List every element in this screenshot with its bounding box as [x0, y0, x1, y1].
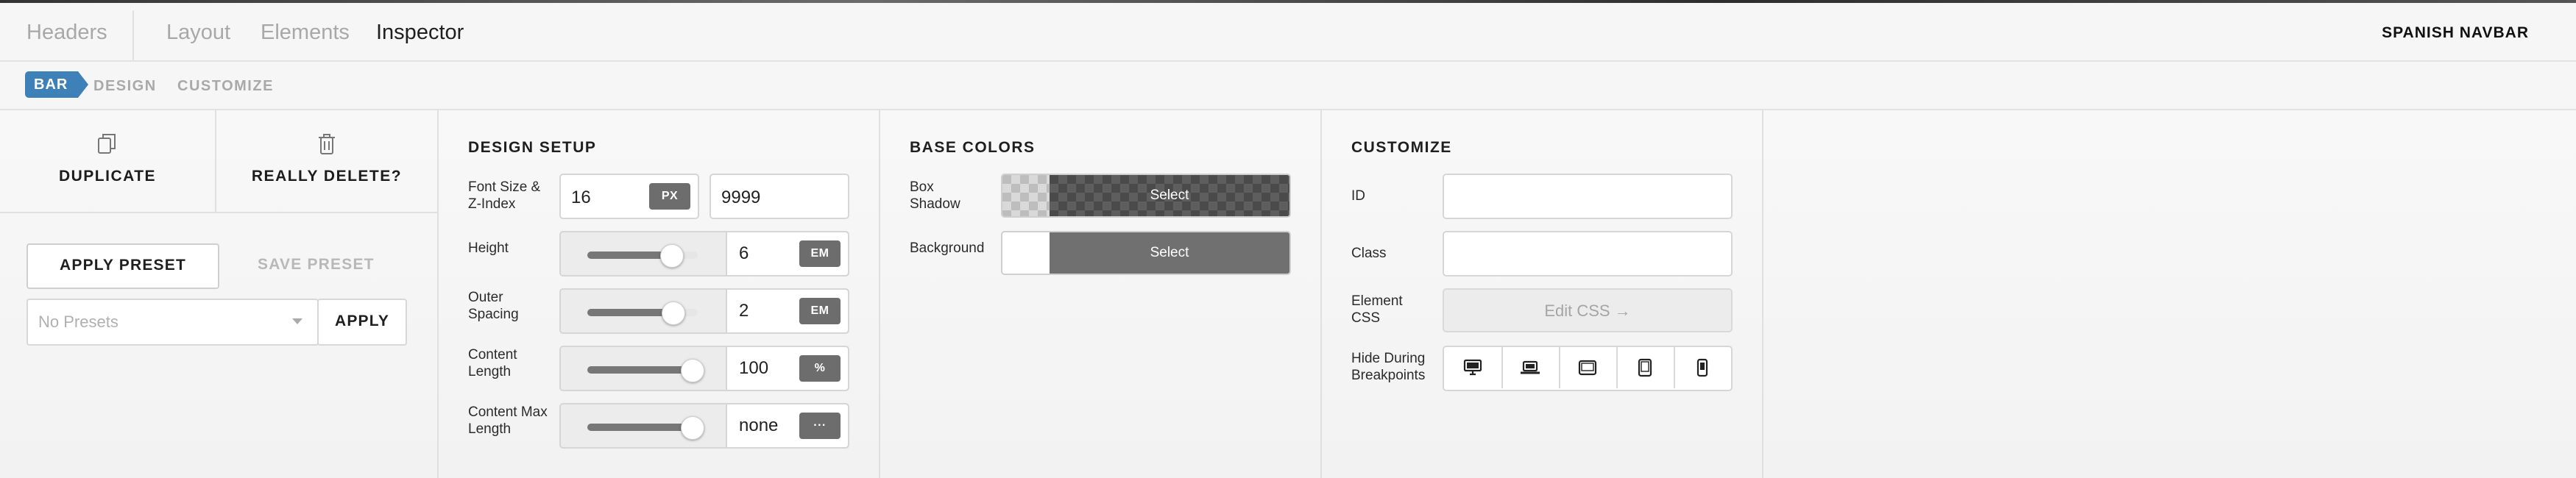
- height-control: 6 EM: [559, 231, 849, 277]
- content-length-control: 100 %: [559, 346, 849, 391]
- delete-label: REALLY DELETE?: [251, 168, 403, 185]
- breakpoint-phone-toggle[interactable]: [1674, 347, 1731, 388]
- subtab-customize[interactable]: CUSTOMIZE: [177, 78, 274, 95]
- height-unit-button[interactable]: EM: [799, 240, 841, 267]
- content-max-length-options-button[interactable]: ···: [799, 413, 841, 439]
- duplicate-icon: [97, 132, 118, 160]
- height-slider[interactable]: [587, 244, 698, 268]
- content-length-input[interactable]: 100 %: [726, 347, 848, 390]
- slider-knob[interactable]: [662, 302, 685, 325]
- content-length-label: Content Length: [468, 347, 517, 379]
- content-max-length-control: none ···: [559, 403, 849, 449]
- breakpoints-toggle-group: [1443, 346, 1733, 391]
- outer-spacing-label: Outer Spacing: [468, 290, 519, 322]
- font-size-label: Font Size & Z-Index: [468, 179, 541, 212]
- chevron-down-icon: [292, 318, 302, 324]
- font-size-value: 16: [571, 188, 591, 207]
- tab-layout[interactable]: Layout: [166, 21, 230, 45]
- class-input[interactable]: [1443, 231, 1733, 277]
- tab-headers[interactable]: Headers: [26, 21, 107, 45]
- preset-select-placeholder: No Presets: [38, 313, 118, 331]
- element-css-label: Element CSS: [1351, 293, 1403, 326]
- empty-canvas-area: [1763, 109, 2576, 478]
- id-label: ID: [1351, 188, 1365, 204]
- background-swatch: [1002, 232, 1050, 274]
- height-label: Height: [468, 240, 509, 256]
- slider-knob[interactable]: [681, 416, 704, 440]
- apply-button[interactable]: APPLY: [317, 299, 407, 346]
- height-input[interactable]: 6 EM: [726, 232, 848, 275]
- outer-spacing-unit-button[interactable]: EM: [799, 298, 841, 324]
- z-index-input[interactable]: 9999: [710, 174, 849, 219]
- apply-preset-button[interactable]: APPLY PRESET: [26, 243, 219, 289]
- main-tabs: Headers Layout Elements Inspector SPANIS…: [0, 3, 2576, 62]
- content-max-length-value: none: [739, 415, 779, 435]
- slider-knob[interactable]: [660, 244, 684, 268]
- content-length-slider[interactable]: [587, 359, 704, 382]
- background-label: Background: [910, 240, 985, 256]
- box-shadow-swatch: [1002, 175, 1050, 216]
- outer-spacing-control: 2 EM: [559, 288, 849, 334]
- trash-icon: [316, 132, 337, 160]
- slider-knob[interactable]: [681, 359, 704, 382]
- save-preset-button[interactable]: SAVE PRESET: [258, 256, 375, 274]
- font-size-input[interactable]: 16 PX: [559, 174, 699, 219]
- tab-elements[interactable]: Elements: [261, 21, 350, 45]
- class-label: Class: [1351, 246, 1387, 261]
- duplicate-button[interactable]: DUPLICATE: [0, 109, 216, 213]
- inspector-subtabs: BAR DESIGN CUSTOMIZE: [0, 62, 2576, 110]
- base-colors-title: BASE COLORS: [910, 139, 1036, 156]
- breakpoint-tablet-landscape-toggle[interactable]: [1559, 347, 1618, 388]
- subtab-design[interactable]: DESIGN: [93, 78, 157, 95]
- height-value: 6: [739, 243, 749, 263]
- element-name-label: SPANISH NAVBAR: [2382, 24, 2529, 41]
- z-index-value: 9999: [721, 188, 761, 207]
- outer-spacing-input[interactable]: 2 EM: [726, 290, 848, 332]
- subtab-bar[interactable]: BAR: [25, 71, 89, 98]
- content-max-length-input[interactable]: none ···: [726, 404, 848, 447]
- content-length-unit-button[interactable]: %: [799, 355, 841, 382]
- base-colors-panel: BASE COLORS Box Shadow Select Background…: [880, 109, 1322, 478]
- tab-inspector[interactable]: Inspector: [376, 21, 464, 45]
- hide-breakpoints-label: Hide During Breakpoints: [1351, 351, 1426, 383]
- font-size-unit-button[interactable]: PX: [649, 183, 690, 210]
- breakpoint-laptop-toggle[interactable]: [1501, 347, 1560, 388]
- design-setup-title: DESIGN SETUP: [468, 139, 597, 156]
- duplicate-label: DUPLICATE: [58, 168, 157, 185]
- delete-button[interactable]: REALLY DELETE?: [216, 109, 437, 213]
- background-select-button[interactable]: Select: [1050, 232, 1289, 274]
- design-setup-panel: DESIGN SETUP Font Size & Z-Index 16 PX 9…: [439, 109, 880, 478]
- id-input[interactable]: [1443, 174, 1733, 219]
- customize-panel: CUSTOMIZE ID Class Element CSS Edit CSS …: [1322, 109, 1763, 478]
- slider-fill: [587, 252, 671, 259]
- preset-select[interactable]: No Presets: [26, 299, 319, 346]
- content-length-value: 100: [739, 358, 769, 378]
- breakpoint-tablet-portrait-toggle[interactable]: [1616, 347, 1675, 388]
- background-color-picker[interactable]: Select: [1001, 231, 1291, 275]
- breakpoint-desktop-toggle[interactable]: [1444, 347, 1503, 388]
- slider-fill: [587, 424, 692, 431]
- slider-fill: [587, 309, 673, 316]
- box-shadow-color-picker[interactable]: Select: [1001, 174, 1291, 218]
- content-max-length-label: Content Max Length: [468, 404, 548, 437]
- customize-title: CUSTOMIZE: [1351, 139, 1452, 156]
- actions-panel: DUPLICATE REALLY DELETE? APPLY PRESET SA…: [0, 109, 439, 478]
- outer-spacing-value: 2: [739, 301, 749, 321]
- box-shadow-select-button[interactable]: Select: [1050, 175, 1289, 216]
- edit-css-button[interactable]: Edit CSS →: [1443, 288, 1733, 332]
- slider-fill: [587, 366, 692, 374]
- outer-spacing-slider[interactable]: [587, 302, 698, 325]
- box-shadow-label: Box Shadow: [910, 179, 960, 212]
- tab-divider: [132, 10, 134, 60]
- content-max-length-slider[interactable]: [587, 416, 704, 440]
